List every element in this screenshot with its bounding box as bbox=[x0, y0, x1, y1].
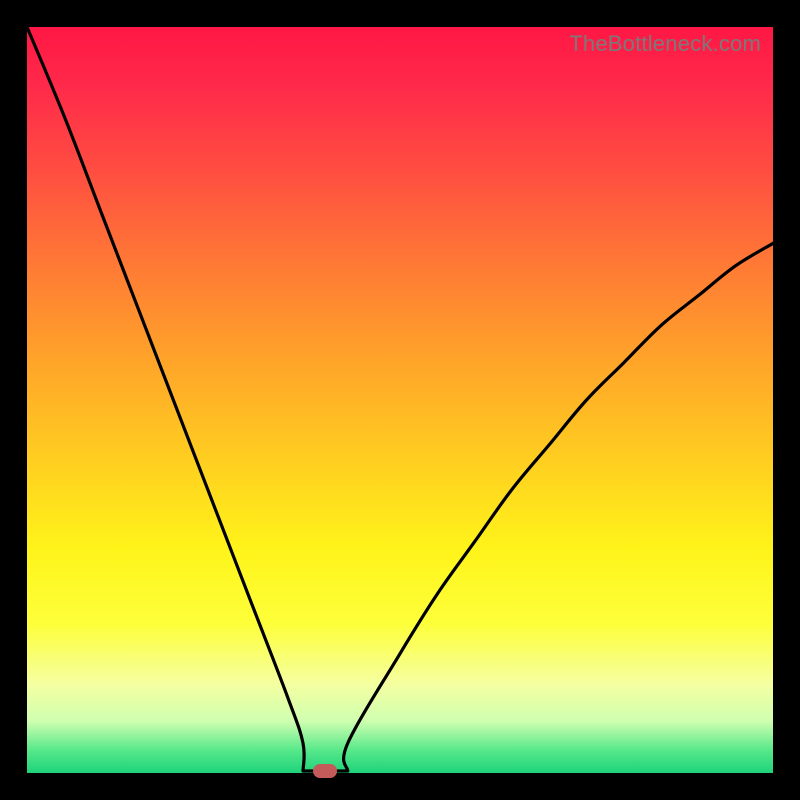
chart-frame: TheBottleneck.com bbox=[27, 27, 773, 773]
optimum-marker bbox=[313, 764, 337, 778]
bottleneck-curve bbox=[27, 27, 773, 773]
